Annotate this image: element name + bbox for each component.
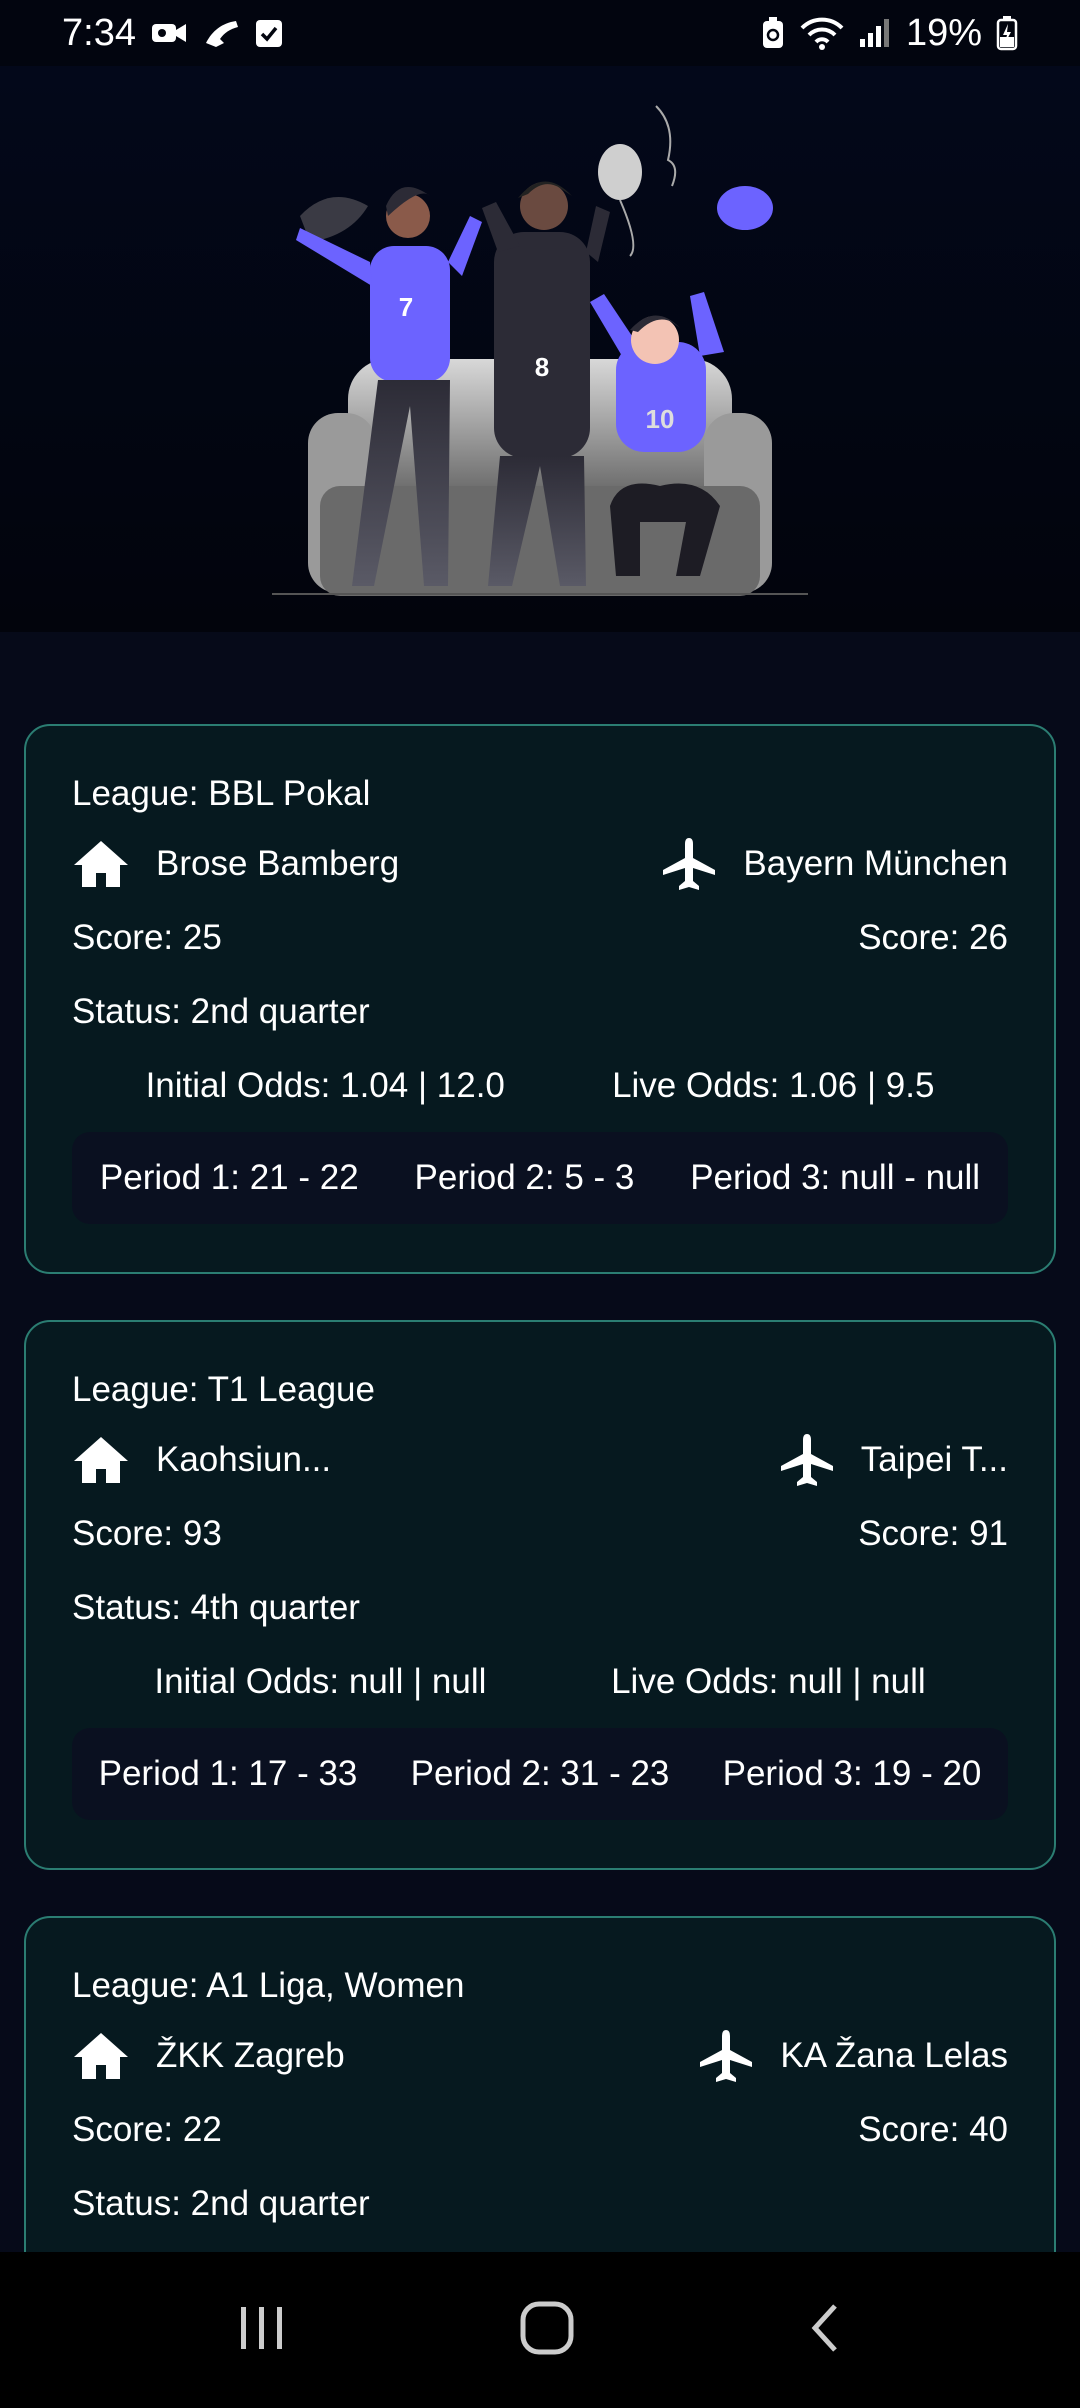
- live-odds: Live Odds: 1.06 | 9.5: [612, 1066, 935, 1105]
- away-team: Bayern München: [661, 836, 1008, 892]
- away-score: Score: 40: [858, 2110, 1008, 2149]
- jersey-number-7: 7: [399, 292, 413, 322]
- initial-odds: Initial Odds: 1.04 | 12.0: [145, 1066, 505, 1105]
- home-icon: [72, 839, 130, 889]
- airplane-icon: [698, 2028, 754, 2084]
- league-label: League: T1 League: [72, 1370, 375, 1409]
- away-team-name: Taipei T...: [860, 1440, 1008, 1479]
- battery-charging-icon: [996, 15, 1018, 51]
- home-team-name: Kaohsiun...: [156, 1440, 332, 1479]
- period-3: Period 3: 19 - 20: [722, 1754, 982, 1793]
- league-label: League: BBL Pokal: [72, 774, 371, 813]
- match-status: Status: 4th quarter: [72, 1588, 360, 1627]
- clock: 7:34: [62, 11, 136, 54]
- period-scores: Period 1: 21 - 22 Period 2: 5 - 3 Period…: [72, 1132, 1008, 1224]
- phone-call-icon: [202, 17, 240, 49]
- away-score: Score: 26: [858, 918, 1008, 957]
- period-2: Period 2: 31 - 23: [410, 1754, 670, 1793]
- battery-percent: 19%: [905, 11, 982, 54]
- signal-icon: [858, 17, 892, 49]
- match-list[interactable]: League: BBL Pokal Brose Bamberg Bayern M…: [0, 632, 1080, 2252]
- home-icon: [72, 1435, 130, 1485]
- league-label: League: A1 Liga, Women: [72, 1966, 465, 2005]
- airplane-icon: [661, 836, 717, 892]
- home-team: Kaohsiun...: [72, 1435, 331, 1485]
- checkbox-icon: [254, 17, 284, 49]
- home-team-name: Brose Bamberg: [156, 844, 400, 883]
- back-button[interactable]: [805, 2300, 845, 2361]
- home-score: Score: 25: [72, 918, 222, 957]
- away-team-name: Bayern München: [743, 844, 1008, 883]
- period-3: Period 3: null - null: [690, 1158, 981, 1197]
- match-card[interactable]: League: BBL Pokal Brose Bamberg Bayern M…: [24, 724, 1056, 1274]
- match-status: Status: 2nd quarter: [72, 2184, 370, 2223]
- live-odds: Live Odds: null | null: [611, 1662, 926, 1701]
- jersey-number-10: 10: [646, 404, 675, 434]
- period-scores: Period 1: 17 - 33 Period 2: 31 - 23 Peri…: [72, 1728, 1008, 1820]
- match-card[interactable]: League: A1 Liga, Women ŽKK Zagreb KA Žan…: [24, 1916, 1056, 2252]
- away-team: KA Žana Lelas: [698, 2028, 1008, 2084]
- fans-illustration: 7 8 10: [272, 105, 808, 596]
- home-score: Score: 93: [72, 1514, 222, 1553]
- home-team: Brose Bamberg: [72, 839, 399, 889]
- hero-banner: 7 8 10: [0, 66, 1080, 632]
- away-score: Score: 91: [858, 1514, 1008, 1553]
- system-nav-bar: [0, 2252, 1080, 2408]
- match-status: Status: 2nd quarter: [72, 992, 370, 1031]
- match-card[interactable]: League: T1 League Kaohsiun... Taipei T..…: [24, 1320, 1056, 1870]
- away-team-name: KA Žana Lelas: [780, 2036, 1008, 2075]
- status-bar: 7:34 19%: [0, 0, 1080, 66]
- period-2: Period 2: 5 - 3: [414, 1158, 635, 1197]
- recent-apps-button[interactable]: [235, 2303, 289, 2358]
- period-1: Period 1: 17 - 33: [98, 1754, 358, 1793]
- airplane-icon: [779, 1432, 835, 1488]
- battery-saver-icon: [760, 16, 786, 50]
- wifi-icon: [800, 16, 844, 50]
- home-score: Score: 22: [72, 2110, 222, 2149]
- initial-odds: Initial Odds: null | null: [154, 1662, 487, 1701]
- home-team: ŽKK Zagreb: [72, 2031, 345, 2081]
- jersey-number-8: 8: [535, 352, 549, 382]
- home-team-name: ŽKK Zagreb: [156, 2036, 345, 2075]
- away-team: Taipei T...: [779, 1432, 1008, 1488]
- video-camera-icon: [150, 18, 188, 48]
- period-1: Period 1: 21 - 22: [99, 1158, 359, 1197]
- home-button[interactable]: [519, 2300, 575, 2361]
- home-icon: [72, 2031, 130, 2081]
